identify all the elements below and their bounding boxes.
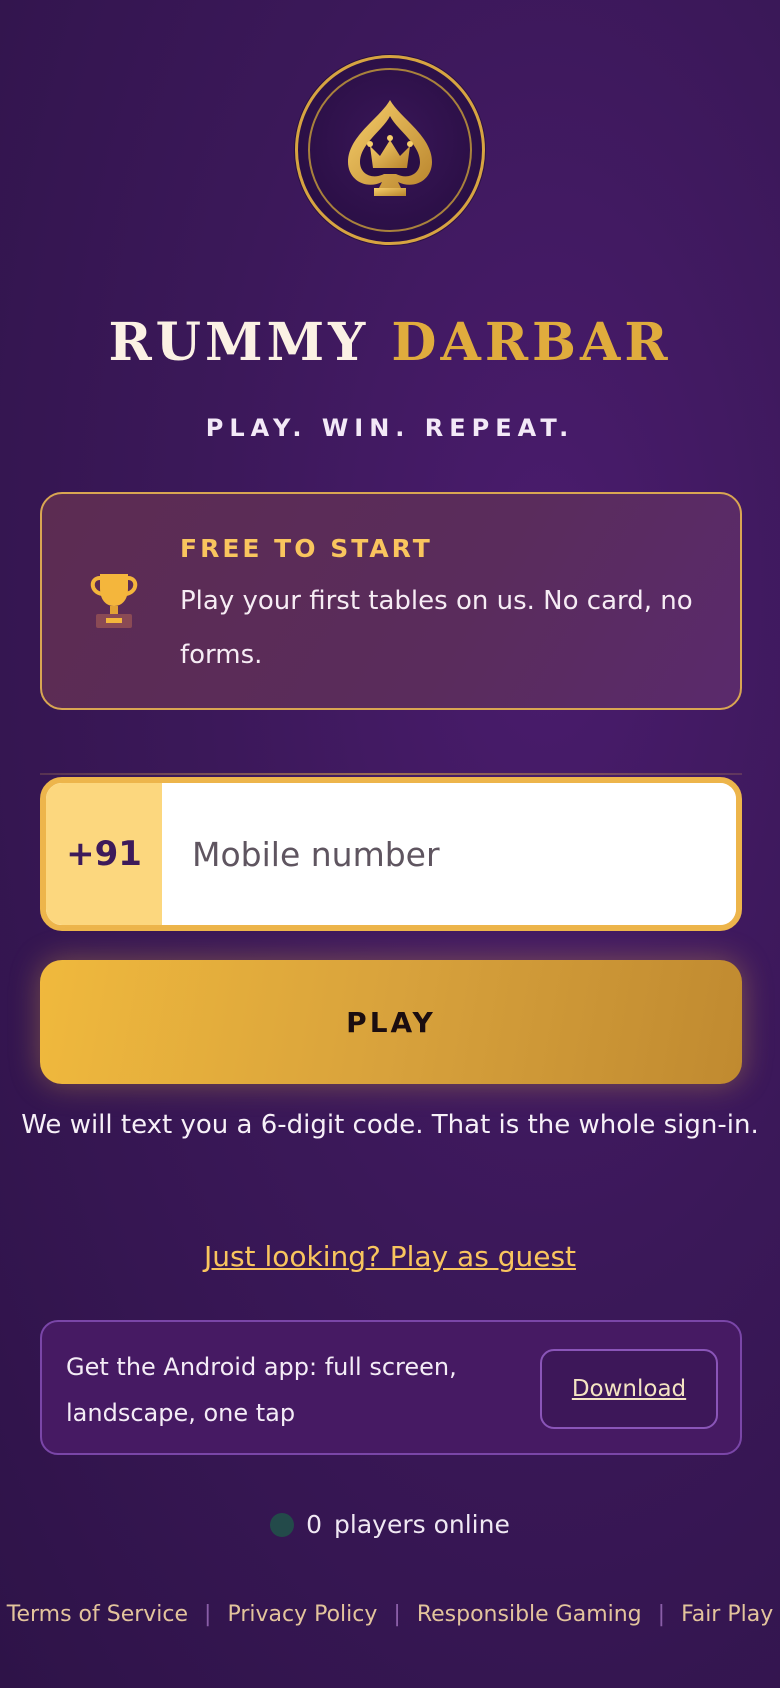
spade-crown-icon bbox=[348, 100, 432, 196]
fair-play-link[interactable]: Fair Play bbox=[681, 1602, 773, 1627]
android-banner-text: Get the Android app: full screen, landsc… bbox=[66, 1353, 457, 1427]
play-button[interactable]: PLAY bbox=[40, 960, 742, 1084]
footer-separator: | bbox=[393, 1602, 401, 1627]
online-status-icon bbox=[270, 1512, 295, 1537]
download-button[interactable]: Download bbox=[540, 1349, 718, 1429]
promo-title: FREE TO START bbox=[180, 534, 433, 563]
footer-separator: | bbox=[204, 1602, 212, 1627]
promo-card: FREE TO START Play your first tables on … bbox=[40, 492, 742, 710]
tagline: PLAY. WIN. REPEAT. bbox=[205, 414, 575, 442]
privacy-link[interactable]: Privacy Policy bbox=[227, 1602, 377, 1627]
terms-link[interactable]: Terms of Service bbox=[7, 1602, 188, 1627]
play-as-guest-link[interactable]: Just looking? Play as guest bbox=[0, 1240, 780, 1273]
online-label: players online bbox=[334, 1510, 510, 1539]
responsible-gaming-link[interactable]: Responsible Gaming bbox=[417, 1602, 642, 1627]
otp-note: We will text you a 6-digit code. That is… bbox=[21, 1110, 759, 1140]
phone-input-group: +91 bbox=[40, 777, 742, 931]
android-app-banner: Get the Android app: full screen, landsc… bbox=[40, 1320, 742, 1455]
footer-links: Terms of Service | Privacy Policy | Resp… bbox=[0, 1602, 780, 1627]
mobile-number-input[interactable] bbox=[162, 783, 736, 925]
online-count: 0 bbox=[306, 1510, 323, 1539]
brand-word-2: DARBAR bbox=[391, 312, 672, 373]
divider bbox=[40, 773, 742, 775]
trophy-icon bbox=[90, 574, 138, 628]
brand-title: RUMMY DARBAR bbox=[0, 312, 780, 373]
promo-text: Play your first tables on us. No card, n… bbox=[180, 586, 693, 670]
brand-logo bbox=[295, 55, 485, 245]
players-online: 0 players online bbox=[0, 1510, 780, 1539]
footer-separator: | bbox=[657, 1602, 666, 1627]
brand-word-1: RUMMY bbox=[108, 312, 370, 373]
country-code: +91 bbox=[46, 783, 162, 925]
